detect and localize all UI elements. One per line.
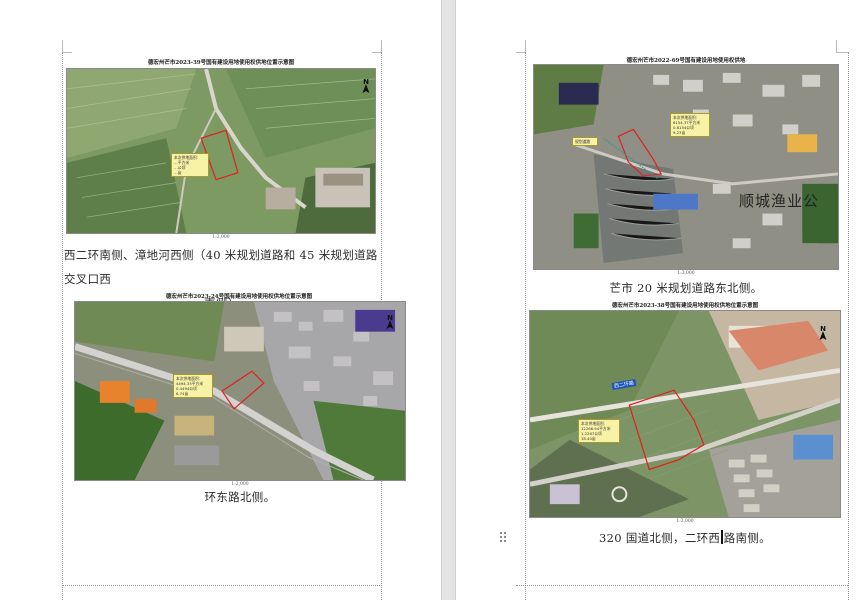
location-caption: 芒市 20 米规划道路东北侧。 — [609, 281, 763, 295]
location-caption[interactable]: 320 国道北侧，二环西 路南侧。 — [529, 526, 841, 550]
page-gutter — [441, 0, 456, 600]
area-callout: 本次供地面积： 12266.94平方米 1.2267公顷 18.40亩 — [578, 419, 620, 443]
map-title: 德宏州芒市2023-24号国有建设用地使用权供地位置示意图 — [165, 294, 313, 300]
map-title: 德宏州芒市2023-39号国有建设用地使用权供地位置示意图 — [147, 60, 295, 66]
crop-mark — [836, 52, 848, 53]
north-arrow-icon: N — [359, 78, 373, 98]
satellite-map: 本次供地面积： 4494.33平方米 0.4494公顷 6.74亩 N — [74, 301, 406, 481]
map-scale: 1:2,000 — [212, 235, 230, 240]
map-scale: 1:3,000 — [676, 519, 694, 524]
north-arrow-icon: N — [383, 314, 397, 334]
margin-guide — [848, 52, 849, 600]
document-page-left: 德宏州芒市2023-39号国有建设用地使用权供地位置示意图 本次供地面积： …平… — [0, 0, 441, 600]
margin-guide — [516, 585, 848, 586]
satellite-map: 本次供地面积： 6154.37平方米 0.6154公顷 9.23亩 规划道路 顺… — [533, 64, 839, 270]
north-arrow-icon: N — [816, 325, 830, 345]
area-callout: 本次供地面积： 4494.33平方米 0.4494公顷 6.74亩 — [173, 374, 213, 398]
road-callout: 规划道路 — [572, 137, 598, 146]
crop-mark — [62, 40, 63, 52]
map-title: 德宏州芒市2022-69号国有建设用地使用权供地 — [626, 58, 746, 64]
map-title: 德宏州芒市2023-38号国有建设用地使用权供地位置示意图 — [611, 303, 759, 309]
document-page-right: 德宏州芒市2022-69号国有建设用地使用权供地 本次供地面积： 6154.37… — [456, 0, 867, 600]
margin-guide — [525, 52, 526, 600]
crop-mark — [525, 40, 526, 52]
area-callout: 本次供地面积： …平方米 …公顷 …亩 — [171, 153, 209, 177]
crop-mark — [62, 52, 72, 53]
place-label: 顺城渔业公 — [739, 192, 820, 210]
satellite-map: 西二环路 本次供地面积： 12266.94平方米 1.2267公顷 18.40亩… — [529, 310, 841, 518]
margin-guide — [62, 585, 382, 586]
satellite-map: 本次供地面积： …平方米 …公顷 …亩 N — [66, 68, 376, 234]
margin-guide — [62, 52, 63, 600]
area-callout: 本次供地面积： 6154.37平方米 0.6154公顷 9.23亩 — [670, 113, 710, 137]
move-handle-icon[interactable] — [500, 532, 508, 543]
text-cursor — [721, 530, 723, 544]
crop-mark — [836, 40, 837, 52]
location-caption: 环东路北侧。 — [204, 490, 276, 504]
crop-mark — [381, 40, 382, 52]
